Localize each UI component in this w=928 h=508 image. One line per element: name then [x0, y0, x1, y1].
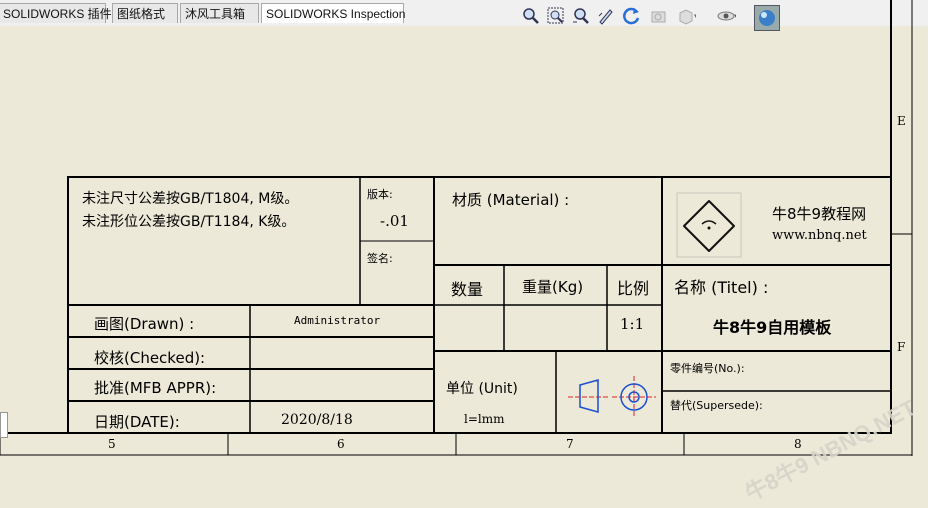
display-style-icon[interactable]: ▾: [676, 6, 698, 26]
tolerance-note-line1: 未注尺寸公差按GB/T1804, M级。: [82, 191, 299, 207]
zoom-in-out-icon[interactable]: [571, 6, 591, 26]
qty-label: 数量: [451, 280, 484, 299]
zone-letter: E: [897, 114, 906, 128]
checked-label: 校核(Checked):: [94, 349, 206, 367]
date-value: 2020/8/18: [281, 412, 353, 428]
date-label: 日期(DATE):: [94, 413, 180, 431]
version-label: 版本:: [367, 188, 393, 201]
unit-value: l=lmm: [464, 412, 505, 426]
part-number-label: 零件编号(No.):: [670, 362, 745, 375]
scale-value: 1:1: [620, 315, 645, 333]
weight-label: 重量(Kg): [522, 278, 584, 296]
title-value: 牛8牛9自用模板: [713, 318, 832, 337]
supersede-label: 替代(Supersede):: [670, 399, 763, 412]
zone-number: 6: [337, 437, 345, 451]
pan-icon[interactable]: [596, 6, 616, 26]
drawn-label: 画图(Drawn) :: [94, 315, 195, 333]
zoom-to-fit-icon[interactable]: [521, 6, 541, 26]
svg-text:▾: ▾: [694, 12, 696, 20]
appearance-icon[interactable]: [754, 5, 780, 31]
appr-label: 批准(MFB APPR):: [94, 379, 217, 397]
zone-number: 5: [108, 437, 116, 451]
zoom-to-area-icon[interactable]: [546, 6, 566, 26]
panel-collapse-handle[interactable]: [0, 412, 8, 438]
zone-letter: F: [897, 340, 906, 354]
material-label: 材质 (Material) :: [452, 191, 570, 209]
rotate-icon[interactable]: [622, 6, 642, 26]
company-url: www.nbnq.net: [772, 228, 867, 243]
tolerance-note-line2: 未注形位公差按GB/T1184, K级。: [82, 214, 296, 230]
svg-text:▾: ▾: [734, 12, 736, 20]
zone-number: 7: [566, 437, 574, 451]
drawn-value: Administrator: [294, 314, 381, 327]
unit-label: 单位 (Unit): [446, 381, 518, 397]
previous-view-icon[interactable]: [649, 6, 669, 26]
title-label: 名称 (Titel) :: [674, 278, 769, 297]
version-value: -.01: [380, 212, 409, 230]
hide-show-icon[interactable]: ▾: [716, 6, 738, 26]
sign-label: 签名:: [367, 252, 393, 265]
scale-label: 比例: [617, 279, 650, 298]
company-name: 牛8牛9教程网: [772, 205, 867, 223]
